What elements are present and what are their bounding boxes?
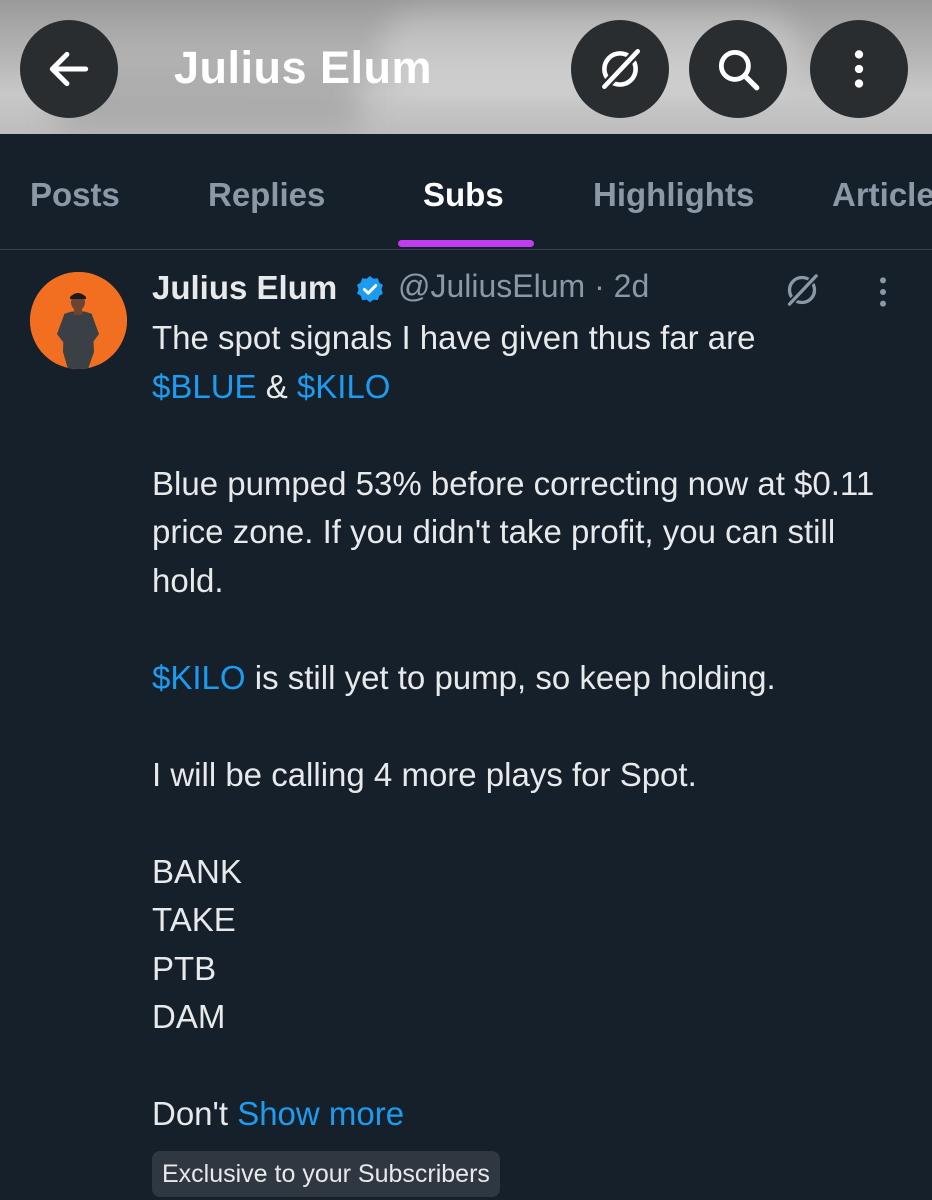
ticker-item: TAKE [152,901,236,938]
more-options-button[interactable] [810,20,908,118]
active-tab-indicator [398,240,534,247]
post-author-name[interactable]: Julius Elum [152,269,337,307]
more-vertical-icon[interactable] [870,272,896,312]
tab-articles[interactable]: Articles [832,176,932,214]
post-line: The spot signals I have given thus far a… [152,319,756,356]
post-text-fragment: is still yet to pump, so keep holding. [245,658,776,696]
post-text-fragment: & [256,367,297,405]
post-paragraph: I will be calling 4 more plays for Spot. [152,755,697,793]
more-vertical-icon [854,50,864,88]
show-more-link[interactable]: Show more [237,1095,404,1132]
exclusive-subscribers-badge: Exclusive to your Subscribers [152,1151,500,1197]
post-text: The spot signals I have given thus far a… [152,314,912,1139]
tab-posts[interactable]: Posts [30,176,120,214]
ticker-item: BANK [152,852,242,890]
post-text-fragment: Don't [152,1095,238,1132]
post-line: $BLUE & $KILO [152,363,912,412]
ticker-item: DAM [152,998,226,1035]
post-paragraph: Don't Show more [152,1090,912,1139]
profile-header: Julius Elum [0,0,932,134]
post-handle-timestamp[interactable]: @JuliusElum · 2d [398,268,649,305]
tab-highlights[interactable]: Highlights [593,176,754,214]
avatar[interactable] [30,272,127,369]
search-icon [718,49,760,91]
grok-icon[interactable] [780,270,824,310]
verified-badge-icon [357,276,383,303]
ticker-item: PTB [152,949,217,987]
page-title: Julius Elum [174,42,433,93]
cashtag-link[interactable]: $KILO [152,659,246,696]
tab-subs[interactable]: Subs [423,176,504,214]
post-paragraph: Blue pumped 53% before correcting now at… [152,464,875,599]
cashtag-link[interactable]: $KILO [297,368,391,405]
cashtag-link[interactable]: $BLUE [152,368,257,405]
back-button[interactable] [20,20,118,118]
profile-tabs: Posts Replies Subs Highlights Articles [0,134,932,250]
search-button[interactable] [689,20,787,118]
grok-button[interactable] [571,20,669,118]
grok-icon [599,47,643,91]
tab-replies[interactable]: Replies [208,176,325,214]
arrow-left-icon [49,51,89,87]
post-paragraph: $KILO is still yet to pump, so keep hold… [152,654,912,703]
avatar-image [30,272,127,369]
